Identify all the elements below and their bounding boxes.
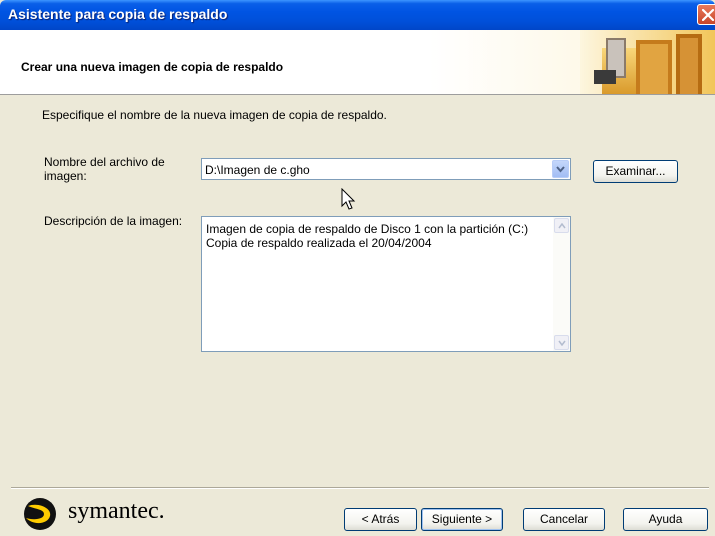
filename-dropdown-button[interactable] (552, 160, 569, 178)
instruction-text: Especifique el nombre de la nueva imagen… (42, 108, 387, 122)
chevron-down-icon (558, 340, 566, 346)
footer-divider (11, 487, 709, 489)
browse-button[interactable]: Examinar... (593, 160, 678, 183)
symantec-globe-icon (24, 498, 56, 530)
mouse-pointer-icon (341, 188, 356, 210)
description-line-2: Copia de respaldo realizada el 20/04/200… (206, 236, 432, 250)
description-label: Descripción de la imagen: (44, 214, 183, 228)
filename-combobox[interactable]: D:\Imagen de c.gho (201, 158, 571, 180)
back-button[interactable]: < Atrás (344, 508, 417, 531)
close-button[interactable] (697, 4, 715, 25)
title-bar[interactable]: Asistente para copia de respaldo (0, 0, 715, 30)
next-button[interactable]: Siguiente > (421, 508, 503, 531)
close-icon (702, 9, 714, 21)
step-title: Crear una nueva imagen de copia de respa… (21, 60, 284, 74)
chevron-down-icon (556, 166, 565, 173)
description-textarea[interactable]: Imagen de copia de respaldo de Disco 1 c… (201, 216, 571, 352)
brand-name: symantec. (68, 498, 165, 524)
symantec-logo: symantec. (22, 496, 192, 532)
description-line-1: Imagen de copia de respaldo de Disco 1 c… (206, 222, 529, 236)
help-button[interactable]: Ayuda (623, 508, 708, 531)
backup-header-graphic (580, 30, 715, 94)
description-scrollbar[interactable] (553, 217, 570, 351)
filename-value[interactable]: D:\Imagen de c.gho (205, 163, 310, 177)
filename-label: Nombre del archivo de imagen: (44, 155, 165, 183)
window-title: Asistente para copia de respaldo (8, 6, 228, 22)
chevron-up-icon (558, 223, 566, 229)
scroll-up-button[interactable] (554, 218, 569, 233)
cancel-button[interactable]: Cancelar (523, 508, 605, 531)
wizard-header: Crear una nueva imagen de copia de respa… (0, 30, 715, 95)
scroll-down-button[interactable] (554, 335, 569, 350)
